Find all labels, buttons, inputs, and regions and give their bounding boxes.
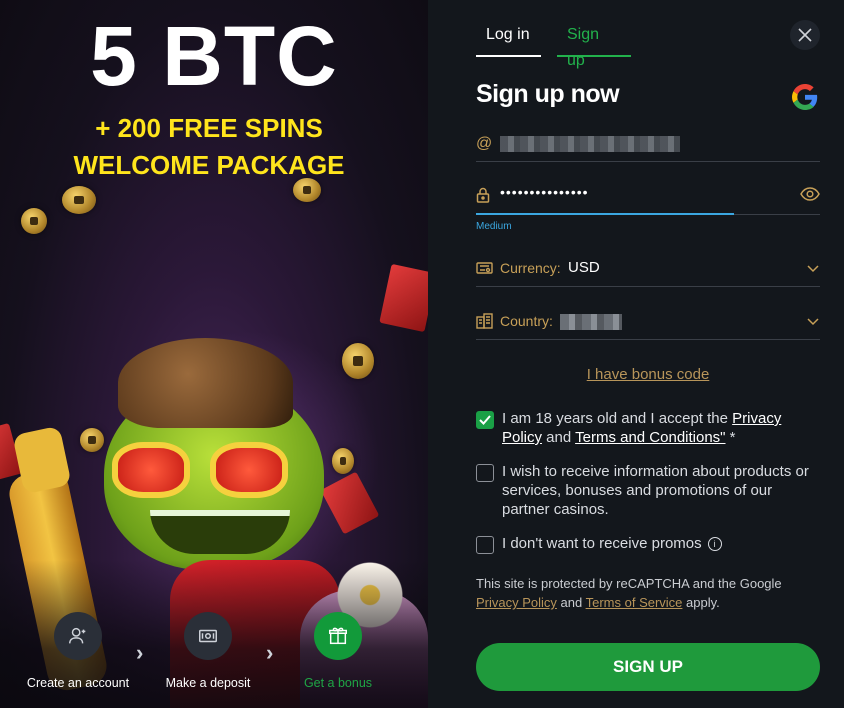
password-strength-label: Medium (476, 221, 512, 232)
red-envelope-art (379, 263, 428, 333)
signup-panel: Log in Sign up Sign up now @ •••••••••••… (428, 0, 844, 708)
coin-art (21, 208, 47, 234)
close-icon (798, 28, 812, 42)
step-label: Get a bonus (303, 676, 373, 690)
coin-art (62, 186, 96, 214)
signup-button[interactable]: SIGN UP (476, 643, 820, 691)
partner-info-text: I wish to receive information about prod… (502, 463, 809, 518)
no-promos-label: I don't want to receive promos (502, 535, 702, 552)
currency-select[interactable]: Currency: USD (476, 251, 820, 287)
bonus-code-link[interactable]: I have bonus code (476, 366, 820, 383)
promo-welcome-package: WELCOME PACKAGE (73, 150, 345, 180)
google-privacy-link[interactable]: Privacy Policy (476, 595, 557, 610)
currency-icon (476, 260, 494, 278)
password-value: ••••••••••••••• (500, 184, 589, 200)
password-field[interactable]: ••••••••••••••• (476, 178, 820, 215)
building-icon (476, 313, 494, 331)
partner-info-checkbox-row: I wish to receive information about prod… (476, 462, 826, 522)
promo-free-spins: + 200 FREE SPINS (95, 113, 323, 143)
step-label: Make a deposit (165, 676, 251, 690)
tab-login[interactable]: Log in (476, 22, 541, 57)
step-make-deposit: Make a deposit (143, 612, 273, 690)
google-icon[interactable] (792, 84, 818, 110)
eye-icon[interactable] (800, 186, 820, 202)
partner-info-checkbox[interactable] (476, 464, 494, 482)
no-promos-checkbox-row: I don't want to receive promos i (476, 534, 826, 556)
no-promos-text: I don't want to receive promos i (502, 534, 822, 553)
password-strength-bar (476, 213, 734, 215)
google-terms-link[interactable]: Terms of Service (586, 595, 683, 610)
country-select[interactable]: Country: (476, 304, 820, 340)
frog-hair-art (118, 338, 293, 428)
info-icon[interactable]: i (707, 537, 722, 551)
user-plus-icon (54, 612, 102, 660)
currency-value: USD (568, 259, 600, 276)
age-terms-text: I am 18 years old and I accept the Priva… (502, 409, 822, 447)
step-get-bonus: Get a bonus (273, 612, 403, 690)
chevron-down-icon (807, 265, 819, 273)
required-marker: * (725, 429, 736, 446)
sunglasses-art (210, 442, 288, 498)
at-sign-icon: @ (476, 135, 493, 152)
coin-art (342, 343, 374, 379)
onboarding-steps: Create an account › Make a deposit › Get… (0, 612, 428, 708)
tab-signup[interactable]: Sign up (557, 22, 631, 69)
close-button[interactable] (790, 20, 820, 50)
age-terms-and: and (542, 429, 576, 446)
recaptcha-suffix: apply. (682, 595, 720, 610)
country-value-redacted (560, 314, 622, 330)
chevron-down-icon (807, 318, 819, 326)
frog-mouth-art (150, 510, 290, 554)
recaptcha-prefix: This site is protected by reCAPTCHA and … (476, 576, 782, 591)
recaptcha-notice: This site is protected by reCAPTCHA and … (476, 574, 826, 612)
page-title: Sign up now (476, 80, 620, 108)
age-terms-checkbox[interactable] (476, 411, 494, 429)
step-create-account: Create an account (13, 612, 143, 690)
promo-headline: 5 BTC (90, 9, 338, 103)
banknote-icon (184, 612, 232, 660)
terms-link[interactable]: Terms and Conditions" (575, 429, 725, 446)
email-field[interactable]: @ (476, 126, 820, 162)
promo-banner: 5 BTC + 200 FREE SPINS WELCOME PACKAGE C… (0, 0, 428, 708)
sunglasses-art (112, 442, 190, 498)
email-value-redacted (500, 136, 680, 152)
coin-art (80, 428, 104, 452)
age-terms-checkbox-row: I am 18 years old and I accept the Priva… (476, 409, 826, 449)
age-terms-prefix: I am 18 years old and I accept the (502, 410, 733, 427)
checkmark-icon (479, 415, 491, 425)
recaptcha-and: and (556, 595, 586, 610)
step-label: Create an account (26, 676, 130, 690)
gift-icon (314, 612, 362, 660)
no-promos-checkbox[interactable] (476, 536, 494, 554)
coin-art (332, 448, 354, 474)
lock-icon (476, 187, 494, 205)
currency-label: Currency: (500, 260, 561, 276)
country-label: Country: (500, 313, 553, 329)
